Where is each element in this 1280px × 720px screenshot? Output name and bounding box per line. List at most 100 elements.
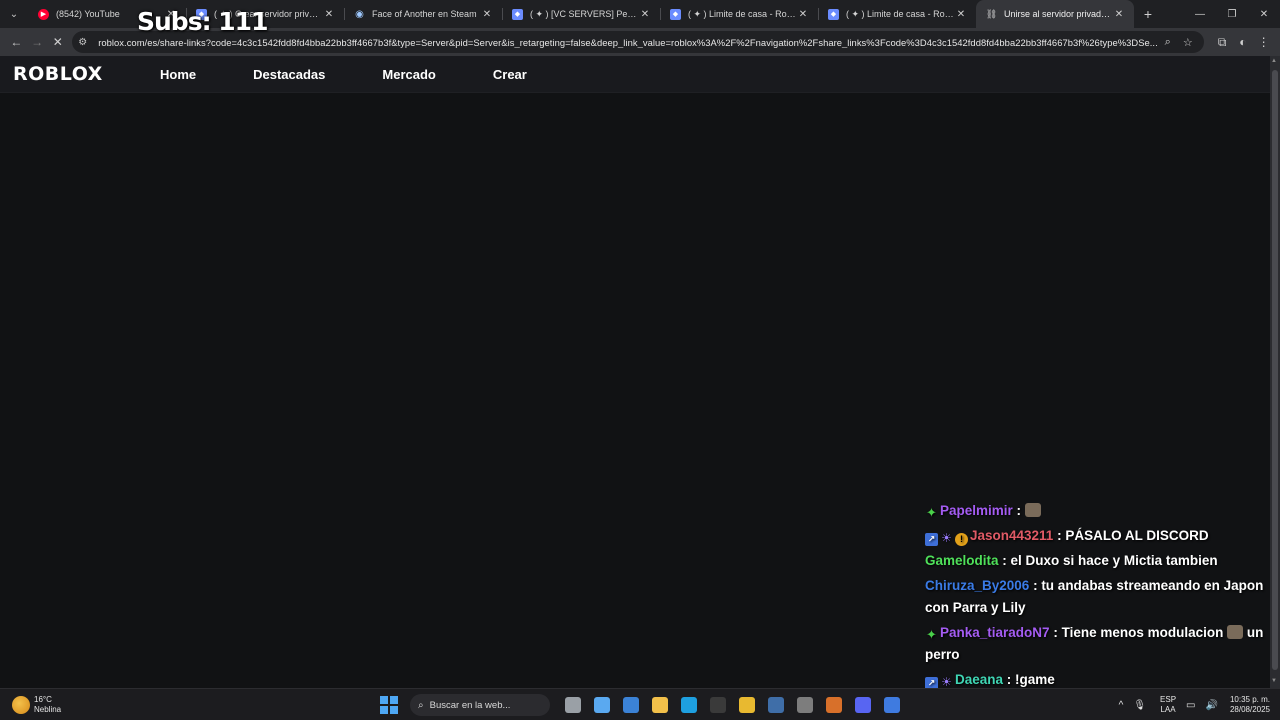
roblox-icon: ◆ xyxy=(670,8,681,20)
taskbar-app[interactable] xyxy=(645,693,674,717)
app-icon xyxy=(825,697,842,713)
scroll-thumb[interactable] xyxy=(1272,70,1278,670)
arrow-left-icon: ← xyxy=(10,35,23,49)
taskbar-app[interactable] xyxy=(761,693,790,717)
chat-text: Tiene menos modulacion xyxy=(1061,625,1224,640)
minimize-button[interactable]: — xyxy=(1184,0,1216,28)
roblox-logo[interactable]: ROBLOX xyxy=(13,63,160,85)
window-controls: — ❐ ✕ xyxy=(1184,0,1280,28)
taskbar-app[interactable] xyxy=(558,693,587,717)
kebab-menu-icon: ⋮ xyxy=(1257,35,1270,49)
steam-icon xyxy=(767,697,784,713)
close-window-button[interactable]: ✕ xyxy=(1248,0,1280,28)
close-icon: ✕ xyxy=(1259,8,1269,20)
chat-username[interactable]: Papelmimir xyxy=(940,503,1013,518)
close-icon[interactable]: ✕ xyxy=(638,9,652,20)
zoom-icon[interactable]: ⌕ xyxy=(1158,36,1178,49)
taskbar-app[interactable] xyxy=(819,693,848,717)
taskbar-app[interactable] xyxy=(616,693,645,717)
scroll-up-icon[interactable]: ▲ xyxy=(1271,58,1277,64)
chat-username[interactable]: Chiruza_By2006 xyxy=(925,578,1029,593)
sun-badge-icon: ☀ xyxy=(941,531,952,545)
nav-destacadas[interactable]: Destacadas xyxy=(253,67,325,82)
stop-loading-button[interactable]: ✕ xyxy=(47,30,68,54)
back-button[interactable]: ← xyxy=(6,30,27,54)
browser-tab[interactable]: ◉ Face of Another en Steam ✕ xyxy=(344,0,502,28)
taskbar-app[interactable] xyxy=(732,693,761,717)
page-scrollbar[interactable]: ▲ ▼ xyxy=(1270,56,1280,688)
plus-icon: + xyxy=(1143,6,1153,22)
forward-button[interactable]: → xyxy=(27,30,48,54)
language-indicator[interactable]: ESP LAA xyxy=(1160,695,1176,715)
site-info-icon[interactable]: ⚙ xyxy=(78,37,94,48)
chat-text: el Duxo si hace y Mictia tambien xyxy=(1010,553,1218,568)
chat-username[interactable]: Panka_tiaradoN7 xyxy=(940,625,1050,640)
clock[interactable]: 10:35 p. m. 28/08/2025 xyxy=(1230,695,1270,715)
roblox-icon: ◆ xyxy=(828,8,839,20)
discord-icon xyxy=(854,697,871,713)
nav-mercado[interactable]: Mercado xyxy=(382,67,435,82)
taskbar-app[interactable] xyxy=(877,693,906,717)
chevron-up-icon[interactable]: ^ xyxy=(1119,700,1124,711)
roblox-header: ROBLOX Home Destacadas Mercado Crear xyxy=(0,56,1270,93)
volume-icon[interactable]: 🔊 xyxy=(1206,700,1218,711)
browser-tab[interactable]: ⛓ Unirse al servidor privado - Roblox✕ xyxy=(976,0,1134,28)
scroll-down-icon[interactable]: ▼ xyxy=(1271,678,1277,684)
chat-username[interactable]: Jason443211 xyxy=(970,528,1053,543)
excel-icon xyxy=(709,697,726,713)
network-icon[interactable]: ▭ xyxy=(1186,700,1195,711)
stream-chat: ✦ Papelmimir : ↗ ☀! Jason443211 : PÁSALO AL… xyxy=(925,500,1270,719)
close-icon: ✕ xyxy=(52,35,63,49)
file-explorer-icon xyxy=(651,697,668,713)
taskbar-search[interactable]: ⌕ Buscar en la web... xyxy=(410,694,550,716)
avatar-icon: ◐ xyxy=(1239,35,1247,49)
browser-tab[interactable]: ◆ ( ✦ ) Limite de casa - Roblox ✕ xyxy=(660,0,818,28)
tab-search-button[interactable]: ⌄ xyxy=(0,0,28,28)
profile-button[interactable]: ◐ xyxy=(1232,30,1253,54)
taskbar-app[interactable] xyxy=(587,693,616,717)
task-view-icon xyxy=(564,697,581,713)
chat-username[interactable]: Daeana xyxy=(955,672,1003,687)
roblox-icon: ◆ xyxy=(512,8,523,20)
tab-title: ( ✦ ) Limite de casa - Roblox xyxy=(846,8,954,19)
weather-widget[interactable]: 16°C Neblina xyxy=(0,695,200,715)
chrome-icon xyxy=(738,697,755,713)
browser-tab[interactable]: ◆ ( ✦ ) Limite de casa - Roblox ✕ xyxy=(818,0,976,28)
clock-date: 28/08/2025 xyxy=(1229,705,1270,714)
extensions-button[interactable]: ⧉ xyxy=(1212,30,1233,54)
taskbar-app[interactable] xyxy=(790,693,819,717)
tab-title: Unirse al servidor privado - Roblox xyxy=(1004,9,1112,19)
close-icon[interactable]: ✕ xyxy=(480,9,494,20)
taskbar-app[interactable] xyxy=(848,693,877,717)
bookmark-star-icon[interactable]: ☆ xyxy=(1178,36,1198,49)
settings-icon xyxy=(796,697,813,713)
browser-tab[interactable]: ◆ ( ✦ ) [VC SERVERS] Pelea de Esp✕ xyxy=(502,0,660,28)
weather-condition: Neblina xyxy=(34,704,62,714)
url-text[interactable]: roblox.com/es/share-links?code=4c3c1542f… xyxy=(94,37,1158,48)
nav-crear[interactable]: Crear xyxy=(493,67,527,82)
taskbar-app[interactable] xyxy=(674,693,703,717)
taskbar-app[interactable] xyxy=(703,693,732,717)
restore-button[interactable]: ❐ xyxy=(1216,0,1248,28)
microphone-icon[interactable]: 🎙 xyxy=(1133,700,1146,711)
restore-icon: ❐ xyxy=(1227,8,1237,20)
close-icon[interactable]: ✕ xyxy=(322,9,336,20)
close-icon[interactable]: ✕ xyxy=(954,9,968,20)
chat-username[interactable]: Gamelodita xyxy=(925,553,999,568)
new-tab-button[interactable]: + xyxy=(1134,0,1162,28)
chat-emote-icon xyxy=(1024,503,1041,517)
menu-button[interactable]: ⋮ xyxy=(1253,30,1274,54)
subscriber-counter: Subs: 111 xyxy=(137,7,268,36)
windows-start-icon[interactable] xyxy=(380,696,398,714)
close-icon[interactable]: ✕ xyxy=(1112,9,1126,20)
temperature: 16°C xyxy=(34,694,52,704)
store-icon xyxy=(622,697,639,713)
green-badge-icon: ✦ xyxy=(926,627,937,642)
close-icon[interactable]: ✕ xyxy=(796,9,810,20)
youtube-icon: ▶ xyxy=(38,8,49,20)
nav-home[interactable]: Home xyxy=(160,67,196,82)
chat-message: Chiruza_By2006 : tu andabas streameando … xyxy=(925,578,1264,615)
green-badge-icon: ✦ xyxy=(926,505,937,520)
chat-emote-icon xyxy=(1227,625,1244,639)
chat-message: ✦ Panka_tiaradoN7 : Tiene menos modulacio… xyxy=(925,625,1264,662)
